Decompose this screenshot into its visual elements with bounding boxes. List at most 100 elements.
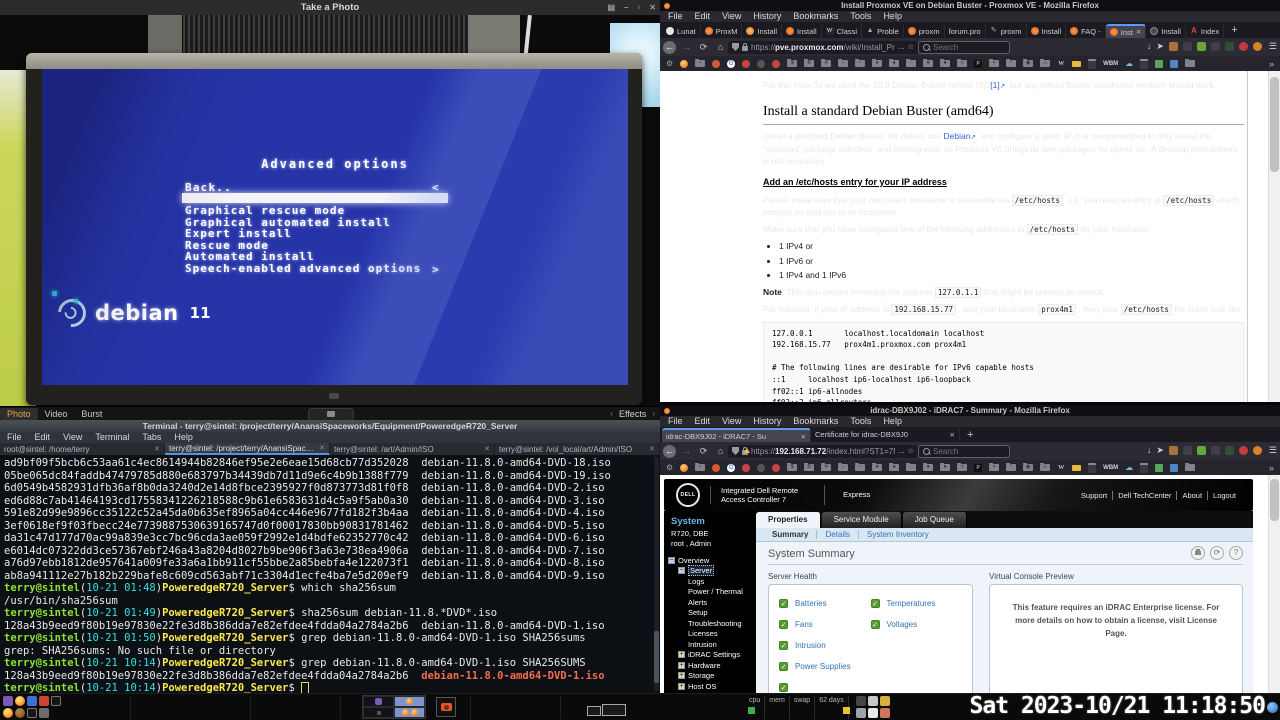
browser-tab[interactable]: FAQ - xyxy=(1066,24,1106,38)
browser-tab[interactable]: Install xyxy=(782,24,822,38)
header-link-support[interactable]: Support xyxy=(1076,491,1112,500)
bookmark-item[interactable] xyxy=(1185,464,1195,471)
task-icon[interactable] xyxy=(880,696,890,706)
page-scrollbar[interactable] xyxy=(1268,71,1280,402)
tracking-shield-icon[interactable] xyxy=(732,447,739,455)
terminal-tab[interactable]: terry@sintel: /project/terry/AnansiSpace… xyxy=(165,443,330,455)
tab-job-queue[interactable]: Job Queue xyxy=(903,512,967,528)
close-icon[interactable]: ✕ xyxy=(319,444,325,452)
bookmark-item[interactable]: ● xyxy=(923,60,933,67)
bookmark-item[interactable]: • xyxy=(695,60,705,67)
camera-app-indicator[interactable] xyxy=(436,697,456,717)
menu-item-help[interactable]: Help xyxy=(883,11,902,22)
bookmark-item[interactable]: ♦ xyxy=(872,464,882,471)
extension-icon[interactable] xyxy=(1239,42,1248,51)
bookmark-item[interactable] xyxy=(1140,59,1148,69)
close-icon[interactable]: ✕ xyxy=(154,445,160,453)
terminal-tab[interactable]: terry@sintel: /art/Admin/ISO✕ xyxy=(330,443,495,455)
bookmark-item[interactable]: G xyxy=(727,60,735,68)
extension-icon[interactable] xyxy=(1183,42,1192,51)
browser-tab[interactable]: Certificate for idrac-DBX9J0✕ xyxy=(811,428,960,441)
bookmarks-overflow-icon[interactable]: » xyxy=(1269,59,1274,69)
bookmark-item[interactable]: WBM xyxy=(1103,465,1118,471)
window-outline-icon[interactable] xyxy=(587,706,601,716)
bookmark-item[interactable]: › xyxy=(838,60,848,67)
task-icon[interactable] xyxy=(868,696,878,706)
workspace-1[interactable] xyxy=(363,696,394,707)
new-tab-button[interactable]: + xyxy=(960,428,980,443)
menu-item-file[interactable]: File xyxy=(7,432,22,443)
extension-icon[interactable] xyxy=(1197,446,1206,455)
menu-item-history[interactable]: History xyxy=(753,416,781,427)
menu-item-help[interactable]: Help xyxy=(174,432,193,443)
menu-item-edit[interactable]: Edit xyxy=(695,11,711,22)
bookmark-item[interactable]: $ xyxy=(787,60,797,67)
extension-icon[interactable] xyxy=(1183,446,1192,455)
header-link-about[interactable]: About xyxy=(1176,491,1207,500)
browser-tab[interactable]: WClassi xyxy=(822,24,862,38)
sidebar-item-idrac-settings[interactable]: +iDRAC Settings xyxy=(664,650,756,661)
bookmark-item[interactable] xyxy=(1088,59,1096,69)
browser-tab[interactable]: Inst✕ xyxy=(1106,24,1147,38)
cheese-titlebar[interactable]: Take a Photo ▤ – ▫ ✕ xyxy=(0,0,660,16)
scrollbar-thumb[interactable] xyxy=(1270,77,1279,172)
firefox-titlebar[interactable]: idrac-DBX9J02 - iDRAC7 - Summary - Mozil… xyxy=(660,405,1280,416)
url-text[interactable]: https://pve.proxmox.com/wiki/Install_Pro… xyxy=(751,43,895,52)
bookmark-item[interactable] xyxy=(1140,463,1148,473)
scrollbar-thumb[interactable] xyxy=(654,631,659,683)
bookmark-item[interactable]: G xyxy=(727,464,735,472)
workspace-pager[interactable] xyxy=(362,695,426,719)
bookmark-item[interactable]: ● xyxy=(889,60,899,67)
terminal-titlebar[interactable]: Terminal - terry@sintel: /project/terry/… xyxy=(0,420,660,432)
bookmark-item[interactable]: ◌ xyxy=(906,464,916,471)
bookmark-item[interactable]: ~ xyxy=(855,60,865,67)
toolbar-icon[interactable]: ↓ xyxy=(1147,41,1152,52)
bookmark-item[interactable] xyxy=(1170,60,1178,68)
menu-item-file[interactable]: File xyxy=(668,11,683,22)
menu-item-tabs[interactable]: Tabs xyxy=(142,432,161,443)
tab-video[interactable]: Video xyxy=(38,408,75,420)
bookmark-item[interactable]: ● xyxy=(923,464,933,471)
reload-button[interactable]: ⟳ xyxy=(697,445,710,458)
home-button[interactable]: ⌂ xyxy=(714,445,727,458)
bookmark-item[interactable] xyxy=(742,60,750,68)
back-button[interactable]: ← xyxy=(663,445,676,458)
menu-item-bookmarks[interactable]: Bookmarks xyxy=(793,416,838,427)
search-input[interactable] xyxy=(933,447,993,456)
sidebar-item-intrusion[interactable]: Intrusion xyxy=(664,639,756,650)
menu-icon[interactable]: ▤ xyxy=(607,0,615,15)
reload-button[interactable]: ⟳ xyxy=(697,41,710,54)
bookmark-item[interactable] xyxy=(1072,465,1081,471)
terminal-tab[interactable]: terry@sintel: /vol_local/art/Admin/ISO✕ xyxy=(495,443,660,455)
expand-icon[interactable]: + xyxy=(678,672,685,679)
effects-prev-icon[interactable]: ‹ xyxy=(610,409,613,418)
search-box[interactable] xyxy=(918,445,1010,458)
system-link[interactable]: System xyxy=(664,511,756,528)
bookmark-item[interactable] xyxy=(712,464,720,472)
menu-item-view[interactable]: View xyxy=(63,432,82,443)
header-link-logout[interactable]: Logout xyxy=(1207,491,1241,500)
extension-icon[interactable] xyxy=(1211,42,1220,51)
bookmark-item[interactable]: ~ xyxy=(855,464,865,471)
menu-item-edit[interactable]: Edit xyxy=(695,416,711,427)
bookmark-item[interactable] xyxy=(680,464,688,472)
health-link[interactable]: Voltages xyxy=(887,620,918,629)
bookmark-item[interactable]: ☆ xyxy=(957,464,967,471)
bookmark-item[interactable] xyxy=(772,464,780,472)
sidebar-item-server[interactable]: −Server xyxy=(664,566,756,577)
expand-icon[interactable]: + xyxy=(678,662,685,669)
page-scrollbar[interactable] xyxy=(1268,475,1280,693)
bookmark-item[interactable] xyxy=(712,60,720,68)
tab-photo[interactable]: Photo xyxy=(0,408,38,420)
browser-tab[interactable]: Install xyxy=(742,24,782,38)
browser-tab[interactable]: idrac-DBX9J02 - iDRAC7 - Su✕ xyxy=(662,428,811,443)
sidebar-item-hardware[interactable]: +Hardware xyxy=(664,660,756,671)
bookmark-item[interactable]: B xyxy=(804,464,814,471)
bookmark-item[interactable] xyxy=(742,464,750,472)
browser-tab[interactable]: forum.pro xyxy=(945,24,986,38)
tab-burst[interactable]: Burst xyxy=(74,408,109,420)
sidebar-item-alerts[interactable]: Alerts xyxy=(664,597,756,608)
bookmark-item[interactable]: ⚙ xyxy=(666,463,673,472)
browser-tab[interactable]: ✎proxm xyxy=(986,24,1027,38)
task-icon[interactable] xyxy=(3,696,13,706)
